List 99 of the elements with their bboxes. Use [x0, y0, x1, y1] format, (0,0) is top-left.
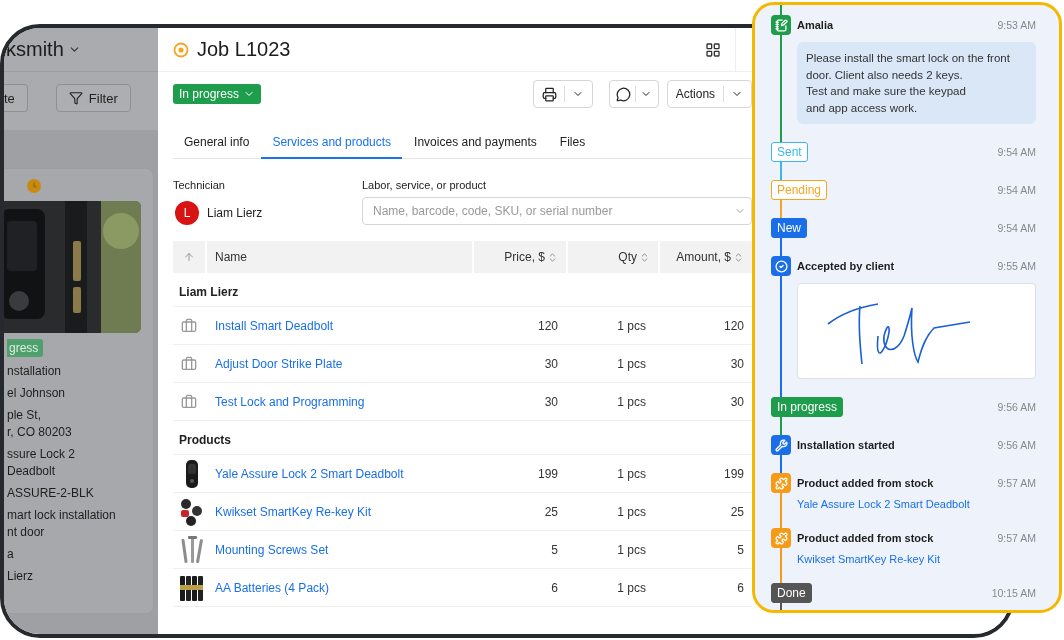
event-time: 9:54 AM	[997, 222, 1036, 234]
item-link[interactable]: Kwikset SmartKey Re-key Kit	[207, 504, 472, 519]
product-link[interactable]: Yale Assure Lock 2 Smart Deadbolt	[797, 498, 970, 510]
clock-icon	[27, 179, 41, 193]
item-link[interactable]: Test Lock and Programming	[207, 394, 472, 409]
toolbar-button[interactable]: te	[4, 84, 28, 112]
table-cell-text: 1 pcs	[616, 356, 647, 371]
event-time: 10:15 AM	[991, 587, 1036, 599]
table-cell-text: 6	[736, 580, 745, 595]
comment-button[interactable]	[609, 80, 659, 108]
sort-icon	[733, 251, 744, 263]
table-cell-text: 30	[729, 356, 745, 371]
status-badge: In progress	[771, 397, 844, 417]
tab[interactable]: Files	[548, 128, 597, 159]
event-title: Accepted by client	[797, 260, 896, 272]
table-cell-text: 25	[729, 504, 745, 519]
card-text: ssure Lock 2	[7, 446, 77, 463]
event-time: 9:55 AM	[997, 260, 1036, 272]
target-icon	[173, 41, 189, 58]
briefcase-icon	[181, 393, 197, 410]
event-time: 9:54 AM	[997, 184, 1036, 196]
column-header[interactable]: Amount, $	[660, 241, 752, 273]
card-text: nstallation	[7, 363, 63, 380]
field-label: Technician	[173, 179, 226, 191]
card-text: ASSURE-2-BLK	[7, 485, 95, 502]
filter-button[interactable]: Filter	[55, 84, 131, 112]
tab[interactable]: General info	[173, 128, 261, 159]
sort-icon	[547, 251, 558, 263]
event-title: Installation started	[797, 439, 896, 451]
card-text: r, CO 80203	[7, 424, 73, 441]
table-cell-text: 199	[722, 466, 745, 481]
grid-icon[interactable]	[705, 41, 721, 58]
table-cell-text: 1 pcs	[616, 504, 647, 519]
table-cell-text: 1 pcs	[616, 394, 647, 409]
card-text: mart lock installation	[7, 507, 117, 524]
table-cell-text: 1 pcs	[616, 542, 647, 557]
event-time: 9:53 AM	[997, 19, 1036, 31]
table-cell-text: 1 pcs	[616, 466, 647, 481]
event-time: 9:57 AM	[997, 477, 1036, 489]
status-badge: Pending	[771, 180, 828, 200]
card-text: Lierz	[7, 568, 34, 585]
status-badge: Done	[771, 583, 812, 603]
briefcase-icon	[181, 355, 197, 372]
column-header[interactable]: Qty	[568, 241, 658, 273]
status-badge: New	[771, 218, 807, 238]
table-cell-text: 120	[722, 318, 745, 333]
chat-icon	[616, 86, 631, 102]
event-time: 9:57 AM	[997, 532, 1036, 544]
printer-icon	[541, 86, 557, 102]
search-field[interactable]: Name, barcode, code, SKU, or serial number	[362, 197, 752, 225]
table-cell-text: 6	[550, 580, 559, 595]
technician-name: Liam Lierz	[207, 206, 263, 220]
event-time: 9:56 AM	[997, 439, 1036, 451]
card-text: el Johnson	[7, 385, 67, 402]
print-button[interactable]	[533, 80, 593, 108]
table-cell-text: 1 pcs	[616, 580, 647, 595]
sort-icon	[639, 251, 650, 263]
item-link[interactable]: Mounting Screws Set	[207, 542, 472, 557]
card-text: Deadbolt	[7, 463, 57, 480]
event-time: 9:56 AM	[997, 401, 1036, 413]
author-name: Amalia	[797, 19, 835, 31]
briefcase-icon	[181, 317, 197, 334]
item-link[interactable]: Install Smart Deadbolt	[207, 318, 472, 333]
sort-icon	[183, 251, 195, 263]
workspace-title: ksmith	[6, 38, 64, 61]
table-cell-text: 25	[543, 504, 559, 519]
actions-button[interactable]: Actions	[667, 80, 752, 108]
avatar: L	[175, 201, 199, 225]
field-label: Labor, service, or product	[362, 179, 488, 191]
column-header[interactable]: Name	[207, 241, 472, 273]
table-cell-text: 1 pcs	[616, 318, 647, 333]
card-text: a	[7, 546, 15, 563]
table-cell-text: 30	[729, 394, 745, 409]
item-link[interactable]: Adjust Door Strike Plate	[207, 356, 472, 371]
table-cell-text: 5	[550, 542, 559, 557]
group-title: Products	[173, 421, 752, 455]
tab[interactable]: Services and products	[261, 128, 403, 159]
job-card[interactable]: gress nstallation el Johnson ple St, r, CO 80203 ssure Lock 2 Deadbolt ASSURE-2-BLK mart lock installation nt door a Lierz	[4, 168, 154, 614]
column-header[interactable]: Price, $	[474, 241, 566, 273]
group-title: Liam Lierz	[173, 273, 752, 307]
card-text: ple St,	[7, 407, 43, 424]
filter-icon	[68, 91, 83, 105]
table-cell-text: 30	[543, 394, 559, 409]
product-link[interactable]: Kwikset SmartKey Re-key Kit	[797, 553, 941, 565]
table-cell-text: 120	[536, 318, 559, 333]
event-time: 9:54 AM	[997, 146, 1036, 158]
tab[interactable]: Invoices and payments	[403, 128, 548, 159]
status-badge: gress	[7, 339, 44, 357]
item-link[interactable]: Yale Assure Lock 2 Smart Deadbolt	[207, 466, 472, 481]
event-title: Product added from stock	[797, 477, 935, 489]
message-bubble: Please install the smart lock on the front door. Client also needs 2 keys. Test and make sure the keypad and app access work.	[797, 42, 1036, 124]
table-cell-text: 199	[536, 466, 559, 481]
item-link[interactable]: AA Batteries (4 Pack)	[207, 580, 472, 595]
table-cell-text: 30	[543, 356, 559, 371]
card-text: nt door	[7, 524, 46, 541]
table-cell-text: 5	[736, 542, 745, 557]
status-badge: Sent	[771, 142, 808, 162]
event-title: Product added from stock	[797, 532, 935, 544]
job-title: Job L1023	[197, 38, 292, 61]
